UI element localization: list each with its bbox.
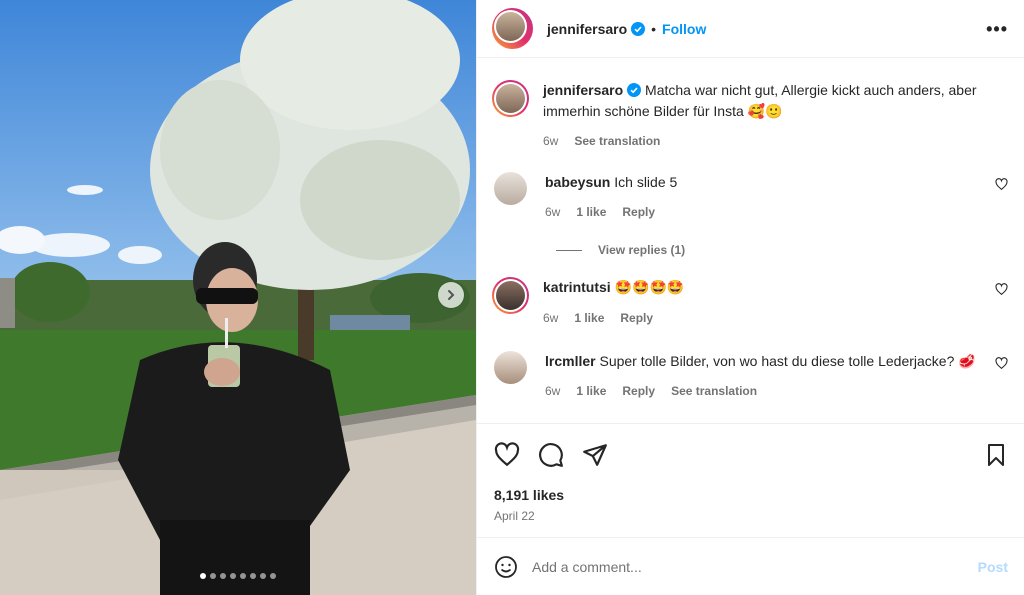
next-photo-button[interactable] xyxy=(438,282,464,308)
carousel-dot xyxy=(210,573,216,579)
post-footer: 8,191 likes April 22 Post xyxy=(477,423,1024,595)
heart-icon[interactable] xyxy=(494,441,520,468)
post-photo[interactable] xyxy=(0,0,476,595)
comment-username[interactable]: babeysun xyxy=(545,174,610,190)
more-options-button[interactable]: ••• xyxy=(986,20,1008,38)
action-bar xyxy=(477,423,1024,485)
heart-icon[interactable] xyxy=(995,357,1008,370)
post-panel: jennifersaro • Follow ••• jennifersaro M… xyxy=(476,0,1024,595)
reply-button[interactable]: Reply xyxy=(622,202,655,223)
post-date[interactable]: April 22 xyxy=(477,509,1024,523)
comment-text: Ich slide 5 xyxy=(614,174,678,190)
author-avatar[interactable] xyxy=(492,8,533,49)
replies-line xyxy=(556,249,582,251)
carousel-dot xyxy=(200,573,206,579)
heart-icon[interactable] xyxy=(995,283,1008,296)
carousel-dot xyxy=(270,573,276,579)
caption-username[interactable]: jennifersaro xyxy=(543,82,623,98)
reply-button[interactable]: Reply xyxy=(622,381,655,402)
comment-time[interactable]: 6w xyxy=(543,308,558,329)
view-replies-label: View replies (1) xyxy=(598,243,686,257)
see-translation-link[interactable]: See translation xyxy=(671,381,757,402)
post-button[interactable]: Post xyxy=(978,559,1008,575)
author-username[interactable]: jennifersaro xyxy=(547,21,627,37)
heart-icon[interactable] xyxy=(995,178,1008,191)
commenter-avatar[interactable] xyxy=(492,277,529,314)
post-header: jennifersaro • Follow ••• xyxy=(477,0,1024,58)
comment-input[interactable] xyxy=(530,557,978,576)
chevron-right-icon xyxy=(448,290,455,300)
reply-button[interactable]: Reply xyxy=(620,308,653,329)
verified-icon xyxy=(627,83,642,97)
caption: jennifersaro Matcha war nicht gut, Aller… xyxy=(492,80,1008,152)
carousel-dot xyxy=(250,573,256,579)
separator-dot: • xyxy=(651,20,657,37)
carousel-indicator xyxy=(0,573,476,579)
carousel-dot xyxy=(220,573,226,579)
carousel-dot xyxy=(240,573,246,579)
comment-likes[interactable]: 1 like xyxy=(576,381,606,402)
carousel-dot xyxy=(260,573,266,579)
comment-likes[interactable]: 1 like xyxy=(574,308,604,329)
emoji-icon[interactable] xyxy=(494,555,518,579)
caption-avatar[interactable] xyxy=(492,80,529,117)
commenter-avatar[interactable] xyxy=(494,172,527,205)
comment: katrintutsi 🤩🤩🤩🤩 6w 1 like Reply xyxy=(492,277,1008,329)
comment-icon[interactable] xyxy=(538,442,564,468)
add-comment-bar: Post xyxy=(477,537,1024,595)
comment-time[interactable]: 6w xyxy=(545,381,560,402)
see-translation-link[interactable]: See translation xyxy=(574,131,660,152)
likes-count[interactable]: 8,191 likes xyxy=(477,487,1024,503)
photo-image xyxy=(0,0,476,595)
comment-likes[interactable]: 1 like xyxy=(576,202,606,223)
comment: babeysun Ich slide 5 6w 1 like Reply xyxy=(492,172,1008,223)
comment-time[interactable]: 6w xyxy=(545,202,560,223)
comments-section[interactable]: jennifersaro Matcha war nicht gut, Aller… xyxy=(477,58,1024,423)
comment-username[interactable]: katrintutsi xyxy=(543,279,611,295)
caption-time[interactable]: 6w xyxy=(543,131,558,152)
comment-username[interactable]: lrcmller xyxy=(545,353,596,369)
bookmark-icon[interactable] xyxy=(984,443,1008,467)
carousel-dot xyxy=(230,573,236,579)
commenter-avatar[interactable] xyxy=(494,351,527,384)
comment: lrcmller Super tolle Bilder, von wo hast… xyxy=(492,351,1008,402)
follow-button[interactable]: Follow xyxy=(662,21,706,37)
verified-icon xyxy=(631,21,646,36)
share-icon[interactable] xyxy=(582,442,608,468)
view-replies-button[interactable]: View replies (1) xyxy=(556,243,1008,257)
comment-text: Super tolle Bilder, von wo hast du diese… xyxy=(599,353,976,369)
comment-text: 🤩🤩🤩🤩 xyxy=(614,280,685,296)
